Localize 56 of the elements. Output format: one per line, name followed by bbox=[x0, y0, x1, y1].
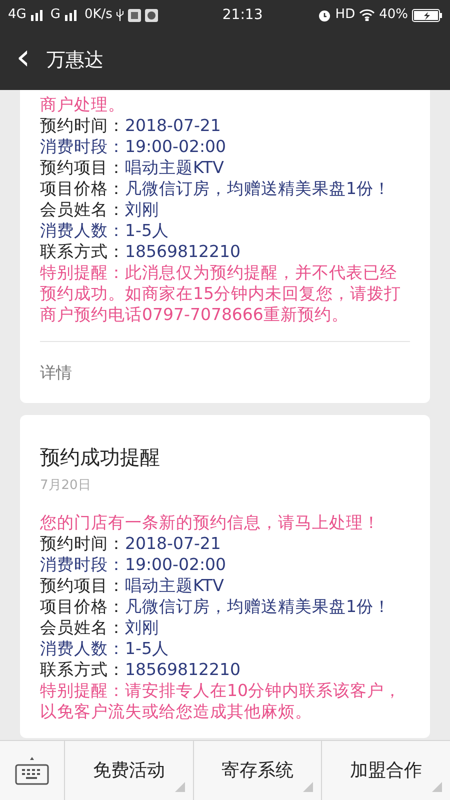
field-value: 19:00-02:00 bbox=[125, 554, 226, 575]
clock-time: 21:13 bbox=[222, 6, 263, 24]
back-button[interactable]: ‹ bbox=[16, 40, 30, 80]
speed-label: 0K/s bbox=[84, 6, 112, 24]
field-label: 联系方式： bbox=[40, 659, 125, 680]
field-label: 消费时段： bbox=[40, 554, 125, 575]
field-label: 项目价格： bbox=[40, 596, 125, 617]
field-label: 预约项目： bbox=[40, 157, 125, 178]
field-value: 唱动主题KTV bbox=[125, 157, 224, 178]
field-label: 联系方式： bbox=[40, 241, 125, 262]
intro-text: 您的门店有一条新的预约信息，请马上处理！ bbox=[40, 512, 381, 533]
field-value: 19:00-02:00 bbox=[125, 136, 226, 157]
field-value: 2018-07-21 bbox=[125, 115, 221, 136]
field-value: 刘刚 bbox=[125, 617, 159, 638]
field-value: 1-5人 bbox=[125, 220, 169, 241]
field-value: 刘刚 bbox=[125, 199, 159, 220]
app-icon bbox=[145, 8, 158, 22]
network-label: 4G bbox=[8, 6, 26, 24]
keyboard-icon bbox=[14, 756, 50, 786]
card-title: 预约成功提醒 bbox=[40, 444, 161, 471]
field-value: 18569812210 bbox=[125, 241, 240, 262]
battery-icon bbox=[412, 8, 442, 22]
menu-button[interactable]: 加盟合作 bbox=[322, 741, 450, 800]
hd-label: HD bbox=[335, 6, 356, 24]
battery-label: 40% bbox=[379, 6, 408, 24]
menu-button[interactable]: 免费活动 bbox=[65, 741, 194, 800]
page-title: 万惠达 bbox=[46, 48, 104, 73]
field-label: 预约时间： bbox=[40, 533, 125, 554]
details-link[interactable]: 详情 bbox=[40, 363, 72, 382]
network-label: G bbox=[50, 6, 60, 24]
wifi-icon bbox=[359, 9, 376, 21]
card-date: 7月20日 bbox=[40, 477, 92, 495]
field-value: 1-5人 bbox=[125, 638, 169, 659]
field-label: 会员姓名： bbox=[40, 617, 125, 638]
menu-button[interactable]: 寄存系统 bbox=[194, 741, 322, 800]
field-label: 消费时段： bbox=[40, 136, 125, 157]
app-icon bbox=[128, 8, 142, 22]
field-label: 会员姓名： bbox=[40, 199, 125, 220]
reminder-text: 特别提醒：请安排专人在10分钟内联系该客户，以免客户流失或给您造成其他麻烦。 bbox=[40, 680, 402, 723]
submenu-corner-icon bbox=[432, 782, 442, 792]
reminder-text: 特别提醒：此消息仅为预约提醒，并不代表已经预约成功。如商家在15分钟内未回复您，请拨打商户预约电话0797-7078666重新预约。 bbox=[40, 262, 402, 326]
field-value: 唱动主题KTV bbox=[125, 575, 224, 596]
submenu-corner-icon bbox=[174, 782, 185, 792]
alarm-icon bbox=[318, 8, 332, 22]
field-value: 凡微信订房，均赠送精美果盘1份！ bbox=[125, 178, 390, 199]
field-value: 凡微信订房，均赠送精美果盘1份！ bbox=[125, 596, 390, 617]
field-label: 消费人数： bbox=[40, 220, 125, 241]
usb-icon bbox=[116, 8, 124, 22]
submenu-corner-icon bbox=[303, 782, 314, 792]
field-value: 2018-07-21 bbox=[125, 533, 221, 554]
intro-text: 商户处理。 bbox=[40, 94, 126, 115]
field-label: 项目价格： bbox=[40, 178, 125, 199]
field-label: 预约时间： bbox=[40, 115, 125, 136]
field-value: 18569812210 bbox=[125, 659, 240, 680]
field-label: 消费人数： bbox=[40, 638, 125, 659]
field-label: 预约项目： bbox=[40, 575, 125, 596]
